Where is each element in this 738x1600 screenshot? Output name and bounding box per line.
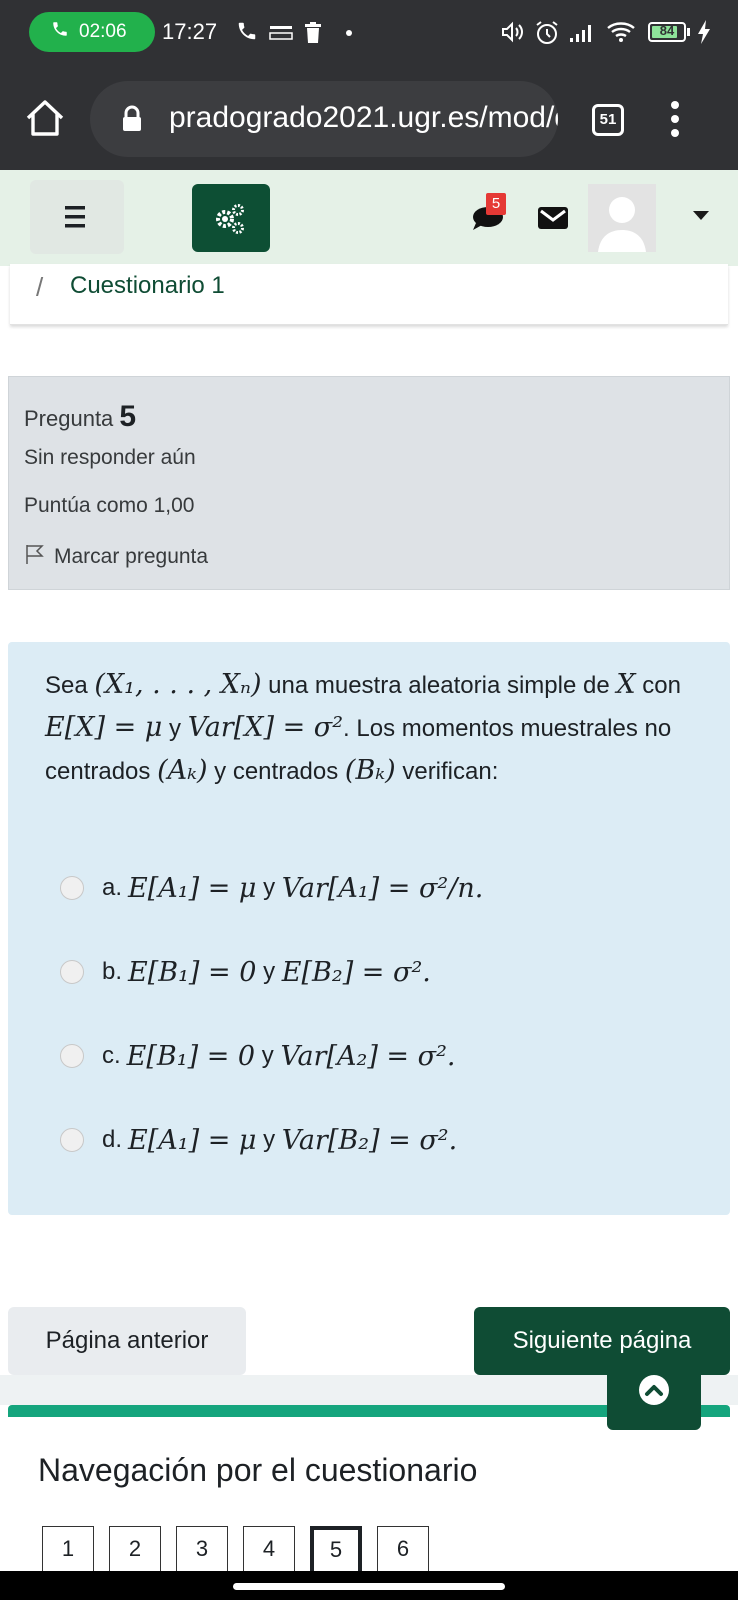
tabs-count-button[interactable]: 51 [592, 104, 624, 136]
answer-option-d[interactable]: d. E[A₁] = μ y Var[B₂] = σ² . [60, 1118, 457, 1162]
url-text: pradogrado2021.ugr.es/mod/quiz [169, 101, 558, 134]
math-expression: Var[A₁] = σ²/n [281, 872, 475, 904]
question-text-part: y centrados [207, 758, 345, 785]
option-connector: y [256, 958, 282, 985]
gears-icon [216, 204, 244, 234]
mail-icon[interactable] [538, 207, 568, 229]
previous-page-button[interactable]: Página anterior [8, 1307, 246, 1375]
flag-question-link[interactable]: Marcar pregunta [24, 543, 208, 571]
option-end: . [422, 956, 431, 988]
phone-icon [236, 20, 258, 47]
ongoing-call-pill[interactable]: 02:06 [29, 12, 155, 52]
more-vert-icon[interactable] [668, 100, 682, 143]
amazon-icon [268, 22, 294, 47]
math-expression: Var[A₂] = σ² [280, 1040, 447, 1072]
math-expression: (X₁, . . . , Xₙ) [94, 669, 262, 700]
admin-gears-button[interactable] [192, 184, 270, 252]
flag-label: Marcar pregunta [54, 545, 209, 568]
option-end: . [446, 1040, 456, 1072]
dot-icon [346, 30, 352, 36]
answer-option-c[interactable]: c. E[B₁] = 0 y Var[A₂] = σ² . [60, 1034, 456, 1078]
status-time: 17:27 [162, 19, 218, 44]
question-number: 5 [119, 400, 137, 433]
math-expression: Var[B₂] = σ² [281, 1124, 449, 1156]
charging-icon [697, 20, 711, 49]
message-count-badge: 5 [486, 193, 506, 215]
math-expression: E[A₁] = μ [128, 1124, 257, 1156]
math-expression: (Bₖ) [344, 755, 396, 786]
breadcrumb-separator: / [36, 272, 44, 302]
url-bar[interactable]: pradogrado2021.ugr.es/mod/quiz [90, 81, 558, 157]
radio-button[interactable] [60, 960, 84, 984]
math-expression: (Aₖ) [157, 755, 208, 786]
question-text-part: y [162, 715, 188, 742]
option-connector: y [256, 1126, 282, 1153]
math-expression: E[B₂] = σ² [281, 956, 423, 988]
caret-down-icon[interactable] [693, 211, 709, 220]
quiz-page-button-current[interactable]: 5 [310, 1526, 362, 1574]
radio-button[interactable] [60, 1044, 84, 1068]
math-expression: E[B₁] = 0 [128, 956, 257, 988]
breadcrumb-current[interactable]: Cuestionario 1 [70, 272, 225, 300]
hamburger-icon [65, 206, 85, 228]
math-expression: E[X] = μ [45, 712, 163, 743]
question-label-text: Pregunta [24, 406, 114, 431]
question-label: Pregunta 5 [24, 400, 136, 434]
quiz-page-button[interactable]: 3 [176, 1526, 228, 1574]
radio-button[interactable] [60, 876, 84, 900]
phone-icon [51, 20, 69, 44]
battery-tip [687, 28, 690, 36]
question-state: Sin responder aún [24, 446, 196, 469]
math-expression: X [616, 669, 636, 700]
answer-option-a[interactable]: a. E[A₁] = μ y Var[A₁] = σ²/n . [60, 866, 483, 910]
option-letter: b. [102, 958, 123, 985]
question-text: Sea (X₁, . . . , Xₙ) una muestra aleator… [45, 664, 695, 793]
quiz-page-button[interactable]: 1 [42, 1526, 94, 1574]
hamburger-menu-button[interactable] [30, 180, 124, 254]
math-expression: E[A₁] = μ [128, 872, 257, 904]
radio-button[interactable] [60, 1128, 84, 1152]
wifi-icon [606, 20, 636, 49]
signal-icon [568, 22, 596, 49]
flag-icon [24, 543, 46, 571]
trash-icon [304, 22, 322, 49]
avatar[interactable] [588, 184, 656, 252]
lock-icon [120, 105, 144, 138]
home-icon[interactable] [24, 98, 66, 143]
quiz-page-button[interactable]: 2 [109, 1526, 161, 1574]
battery-level: 84 [659, 23, 675, 38]
next-page-button[interactable]: Siguiente página [474, 1307, 730, 1375]
call-duration: 02:06 [79, 21, 127, 42]
chevron-up-icon [639, 1375, 669, 1405]
question-text-part: con [635, 672, 681, 699]
option-connector: y [255, 1042, 281, 1069]
question-text-part: verifican: [395, 758, 499, 785]
option-letter: a. [102, 874, 123, 901]
answer-option-b[interactable]: b. E[B₁] = 0 y E[B₂] = σ² . [60, 950, 431, 994]
gesture-handle[interactable] [233, 1583, 505, 1590]
quiz-page-button[interactable]: 4 [243, 1526, 295, 1574]
volume-icon [500, 20, 526, 49]
option-end: . [448, 1124, 458, 1156]
question-text-part: una muestra aleatoria simple de [261, 672, 617, 699]
battery-icon: 84 [648, 22, 686, 42]
quiz-page-button[interactable]: 6 [377, 1526, 429, 1574]
math-expression: Var[X] = σ² [187, 712, 344, 743]
back-to-top-button[interactable] [607, 1366, 701, 1430]
option-connector: y [256, 874, 282, 901]
question-grade: Puntúa como 1,00 [24, 494, 195, 517]
question-text-part: Sea [45, 672, 95, 699]
option-letter: d. [102, 1126, 123, 1153]
option-end: . [474, 872, 484, 904]
option-letter: c. [102, 1042, 121, 1069]
quiz-navigation-title: Navegación por el cuestionario [38, 1452, 478, 1488]
alarm-icon [534, 20, 560, 51]
math-expression: E[B₁] = 0 [126, 1040, 256, 1072]
